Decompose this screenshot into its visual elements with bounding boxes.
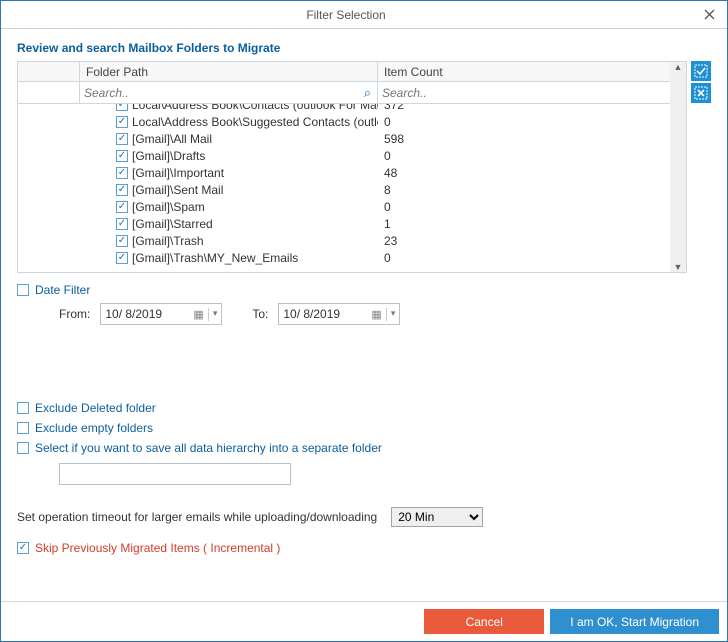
row-checkbox[interactable] <box>116 201 128 213</box>
chevron-down-icon[interactable]: ▾ <box>386 308 396 321</box>
grid-header: Folder Path Item Count <box>18 62 686 82</box>
table-row[interactable]: [Gmail]\All Mail 598 <box>18 130 686 147</box>
item-count: 48 <box>378 166 686 180</box>
table-row[interactable]: [Gmail]\Trash 23 <box>18 232 686 249</box>
skip-previously-option[interactable]: Skip Previously Migrated Items ( Increme… <box>17 541 711 555</box>
folder-path: Local\Address Book\Contacts (outlook For… <box>132 104 378 112</box>
exclude-empty-label: Exclude empty folders <box>35 421 153 435</box>
exclude-deleted-option[interactable]: Exclude Deleted folder <box>17 401 711 415</box>
item-count: 0 <box>378 149 686 163</box>
close-icon <box>704 9 715 20</box>
folder-grid: Folder Path Item Count ⌕ ⌕ Local\Address… <box>17 61 687 273</box>
from-date-input[interactable]: 10/ 8/2019 ▦▾ <box>100 303 222 325</box>
chevron-down-icon[interactable]: ▾ <box>208 308 218 321</box>
table-row[interactable]: [Gmail]\Drafts 0 <box>18 147 686 164</box>
grid-header-path[interactable]: Folder Path <box>80 62 378 81</box>
table-row[interactable]: [Gmail]\Starred 1 <box>18 215 686 232</box>
item-count: 1 <box>378 217 686 231</box>
table-row[interactable]: [Gmail]\Trash\MY_New_Emails 0 <box>18 249 686 266</box>
section-title: Review and search Mailbox Folders to Mig… <box>17 41 711 55</box>
grid-header-count[interactable]: Item Count <box>378 62 686 81</box>
date-filter-label: Date Filter <box>35 283 90 297</box>
folder-path: [Gmail]\Trash <box>132 234 204 248</box>
from-label: From: <box>59 307 90 321</box>
date-filter-checkbox[interactable] <box>17 284 29 296</box>
exclude-deleted-label: Exclude Deleted folder <box>35 401 156 415</box>
row-checkbox[interactable] <box>116 252 128 264</box>
separate-folder-checkbox[interactable] <box>17 442 29 454</box>
table-row[interactable]: [Gmail]\Sent Mail 8 <box>18 181 686 198</box>
deselect-all-button[interactable] <box>691 83 711 103</box>
to-date-input[interactable]: 10/ 8/2019 ▦▾ <box>278 303 400 325</box>
item-count: 0 <box>378 200 686 214</box>
folder-path: [Gmail]\Spam <box>132 200 205 214</box>
row-checkbox[interactable] <box>116 116 128 128</box>
close-button[interactable] <box>691 1 727 28</box>
item-count: 0 <box>378 115 686 129</box>
timeout-label: Set operation timeout for larger emails … <box>17 510 377 524</box>
exclude-empty-option[interactable]: Exclude empty folders <box>17 421 711 435</box>
dialog-footer: Cancel I am OK, Start Migration <box>1 601 727 641</box>
item-count: 598 <box>378 132 686 146</box>
search-icon[interactable]: ⌕ <box>364 85 371 101</box>
item-count: 0 <box>378 251 686 265</box>
deselect-all-icon <box>694 86 708 100</box>
search-count-input[interactable] <box>382 86 682 100</box>
separate-folder-label: Select if you want to save all data hier… <box>35 441 382 455</box>
vertical-scrollbar[interactable]: ▲ ▼ <box>670 62 686 272</box>
calendar-icon: ▦ <box>193 308 203 321</box>
item-count: 8 <box>378 183 686 197</box>
scroll-up-icon[interactable]: ▲ <box>674 62 683 72</box>
folder-path: Local\Address Book\Suggested Contacts (o… <box>132 115 378 129</box>
row-checkbox[interactable] <box>116 218 128 230</box>
row-checkbox[interactable] <box>116 235 128 247</box>
calendar-icon: ▦ <box>371 308 381 321</box>
row-checkbox[interactable] <box>116 104 128 111</box>
folder-path: [Gmail]\Sent Mail <box>132 183 223 197</box>
select-all-icon <box>694 64 708 78</box>
window-title: Filter Selection <box>1 8 691 22</box>
row-checkbox[interactable] <box>116 184 128 196</box>
skip-previously-checkbox[interactable] <box>17 542 29 554</box>
table-row[interactable]: [Gmail]\Spam 0 <box>18 198 686 215</box>
to-label: To: <box>252 307 268 321</box>
skip-previously-label: Skip Previously Migrated Items ( Increme… <box>35 541 280 555</box>
row-checkbox[interactable] <box>116 133 128 145</box>
separate-folder-input[interactable] <box>59 463 291 485</box>
table-row[interactable]: Local\Address Book\Suggested Contacts (o… <box>18 113 686 130</box>
separate-folder-option[interactable]: Select if you want to save all data hier… <box>17 441 711 455</box>
date-filter-option[interactable]: Date Filter <box>17 283 711 297</box>
table-row[interactable]: Local\Address Book\Contacts (outlook For… <box>18 104 686 113</box>
item-count: 372 <box>378 104 686 112</box>
row-checkbox[interactable] <box>116 167 128 179</box>
timeout-select[interactable]: 20 Min <box>391 507 483 527</box>
scroll-down-icon[interactable]: ▼ <box>674 262 683 272</box>
start-migration-button[interactable]: I am OK, Start Migration <box>550 609 719 634</box>
folder-path: [Gmail]\Important <box>132 166 224 180</box>
folder-path: [Gmail]\Starred <box>132 217 213 231</box>
select-all-button[interactable] <box>691 61 711 81</box>
table-row[interactable]: [Gmail]\Important 48 <box>18 164 686 181</box>
exclude-empty-checkbox[interactable] <box>17 422 29 434</box>
grid-header-checkbox-col <box>18 62 80 81</box>
exclude-deleted-checkbox[interactable] <box>17 402 29 414</box>
folder-path: [Gmail]\Trash\MY_New_Emails <box>132 251 298 265</box>
row-checkbox[interactable] <box>116 150 128 162</box>
grid-search-row: ⌕ ⌕ <box>18 82 686 104</box>
folder-path: [Gmail]\All Mail <box>132 132 212 146</box>
cancel-button[interactable]: Cancel <box>424 609 544 634</box>
search-path-input[interactable] <box>84 86 373 100</box>
item-count: 23 <box>378 234 686 248</box>
folder-path: [Gmail]\Drafts <box>132 149 205 163</box>
grid-body: Local\Address Book\Contacts (outlook For… <box>18 104 686 272</box>
title-bar: Filter Selection <box>1 1 727 29</box>
